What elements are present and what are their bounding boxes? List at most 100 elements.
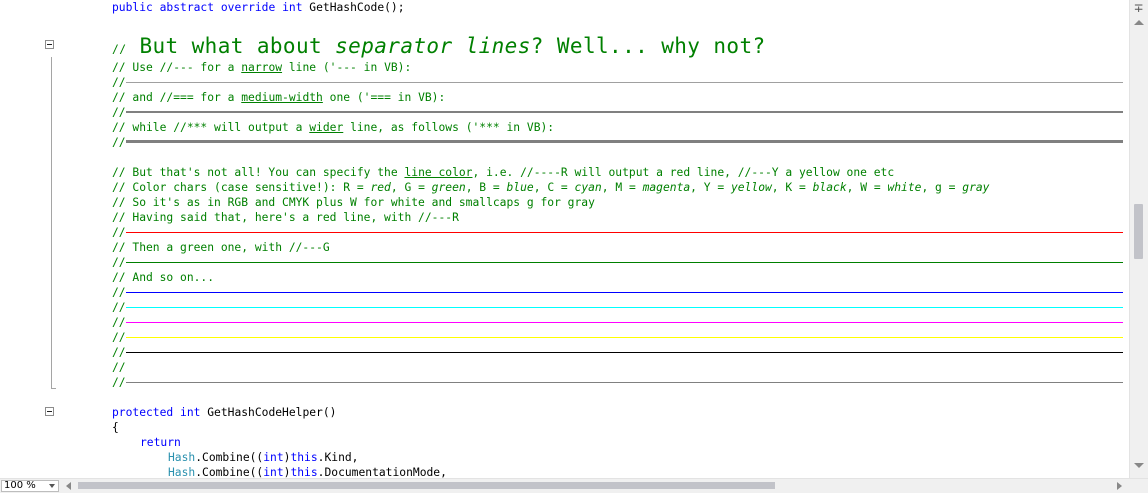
keyword: int: [282, 1, 303, 14]
comment-text: // and //=== for a: [112, 91, 242, 104]
separator-line-comment: //: [112, 301, 126, 314]
separator-medium: [126, 111, 1123, 113]
italic-word: black: [812, 181, 847, 194]
separator-line-comment: //: [112, 226, 126, 239]
separator-white: [126, 367, 1123, 368]
italic-word: green: [431, 181, 466, 194]
comment-text: , M =: [601, 181, 643, 194]
comment-text: , g =: [921, 181, 963, 194]
separator-green: [126, 262, 1123, 263]
heading-italic-text: separator lines: [335, 34, 531, 58]
type-name: Hash: [168, 451, 196, 464]
italic-word: blue: [506, 181, 534, 194]
code-text: .Combine((: [195, 466, 264, 478]
code-text: .Combine((: [195, 451, 264, 464]
separator-magenta: [126, 322, 1123, 323]
keyword: int: [263, 451, 284, 464]
underlined-word: wider: [309, 121, 344, 134]
horizontal-scroll-thumb[interactable]: [78, 482, 775, 489]
separator-blue: [126, 292, 1123, 293]
separator-line-comment: //: [112, 331, 126, 344]
italic-word: red: [370, 181, 391, 194]
vertical-scroll-thumb[interactable]: [1134, 204, 1143, 259]
keyword: int: [180, 406, 201, 419]
separator-line-comment: //: [112, 136, 126, 149]
comment-so-on: // And so on...: [112, 271, 215, 284]
comment-text: , K =: [771, 181, 813, 194]
code-editor[interactable]: public abstract override int GetHashCode…: [0, 0, 1129, 478]
collapse-method-icon[interactable]: [45, 407, 54, 416]
keyword: abstract: [159, 1, 215, 14]
comment-text: , i.e. //----R will output a red line, /…: [472, 166, 895, 179]
comment-prefix: //: [112, 43, 127, 56]
comment-color-4: // Having said that, here's a red line, …: [112, 211, 459, 224]
comment-medium: // and //=== for a medium-width one ('==…: [112, 90, 445, 105]
italic-word: yellow: [730, 181, 772, 194]
separator-line-comment: //: [112, 376, 126, 389]
split-view-icon[interactable]: ∓: [1131, 1, 1146, 16]
scroll-up-arrow-icon[interactable]: [1134, 20, 1144, 25]
collapse-region-icon[interactable]: [45, 40, 54, 49]
italic-word: cyan: [574, 181, 602, 194]
chevron-down-icon: [49, 484, 55, 488]
separator-line-comment: //: [112, 76, 126, 89]
scroll-left-arrow-icon[interactable]: [66, 482, 71, 490]
separator-line-comment: //: [112, 256, 126, 269]
keyword: override: [220, 1, 276, 14]
keyword: int: [263, 466, 284, 478]
separator-yellow: [126, 337, 1123, 338]
code-line-gethashcode: public abstract override int GetHashCode…: [112, 0, 405, 15]
zoom-dropdown[interactable]: 100 %: [1, 480, 59, 492]
code-line-brace: {: [112, 421, 119, 434]
italic-word: white: [887, 181, 922, 194]
separator-line-comment: //: [112, 106, 126, 119]
type-name: Hash: [168, 466, 196, 478]
code-text: .DocumentationMode,: [317, 466, 447, 478]
comment-wider: // while //*** will output a wider line,…: [112, 120, 554, 135]
comment-text: one ('=== in VB):: [322, 91, 446, 104]
comment-text: // Color chars (case sensitive!): R =: [112, 181, 371, 194]
comment-green-intro: // Then a green one, with //---G: [112, 241, 330, 254]
separator-line-comment: //: [112, 316, 126, 329]
underlined-word: line color: [404, 166, 473, 179]
separator-narrow: [126, 82, 1123, 83]
code-text: .Kind,: [317, 451, 359, 464]
separator-red: [126, 232, 1123, 233]
italic-word: gray: [962, 181, 990, 194]
comment-text: line ('--- in VB):: [282, 61, 412, 74]
comment-color-2: // Color chars (case sensitive!): R = re…: [112, 180, 989, 195]
separator-gray: [126, 382, 1123, 383]
method-signature: GetHashCode();: [302, 1, 405, 14]
scroll-down-arrow-icon[interactable]: [1134, 463, 1144, 468]
comment-color-3: // So it's as in RGB and CMYK plus W for…: [112, 196, 595, 209]
zoom-value: 100 %: [4, 480, 36, 491]
outline-guide: [51, 57, 52, 389]
keyword: protected: [112, 406, 174, 419]
keyword: this: [290, 451, 318, 464]
region-end-marker: [51, 388, 56, 389]
keyword: public: [112, 1, 153, 14]
comment-text: , Y =: [690, 181, 731, 194]
code-line-helper: protected int GetHashCodeHelper(): [112, 405, 336, 420]
underlined-word: narrow: [241, 61, 283, 74]
separator-cyan: [126, 307, 1123, 308]
code-line-combine-1: Hash.Combine((int)this.Kind,: [168, 450, 358, 465]
comment-color-1: // But that's not all! You can specify t…: [112, 165, 894, 180]
comment-text: , C =: [533, 181, 575, 194]
separator-wide: [126, 140, 1123, 143]
code-line-combine-2: Hash.Combine((int)this.DocumentationMode…: [168, 465, 447, 478]
comment-text: , W =: [846, 181, 888, 194]
separator-line-comment: //: [112, 346, 126, 359]
heading-text: ? Well... why not?: [530, 34, 766, 58]
italic-word: magenta: [642, 181, 691, 194]
heading-comment: // But what about separator lines? Well.…: [112, 33, 766, 59]
separator-line-comment: //: [112, 361, 126, 374]
comment-text: // But that's not all! You can specify t…: [112, 166, 405, 179]
comment-text: // Use //--- for a: [112, 61, 242, 74]
scroll-right-arrow-icon[interactable]: [1117, 482, 1122, 490]
vertical-scrollbar[interactable]: ∓: [1129, 0, 1148, 478]
comment-text: , B =: [465, 181, 507, 194]
comment-text: line, as follows ('*** in VB):: [343, 121, 555, 134]
underlined-word: medium-width: [241, 91, 323, 104]
comment-narrow: // Use //--- for a narrow line ('--- in …: [112, 60, 411, 75]
